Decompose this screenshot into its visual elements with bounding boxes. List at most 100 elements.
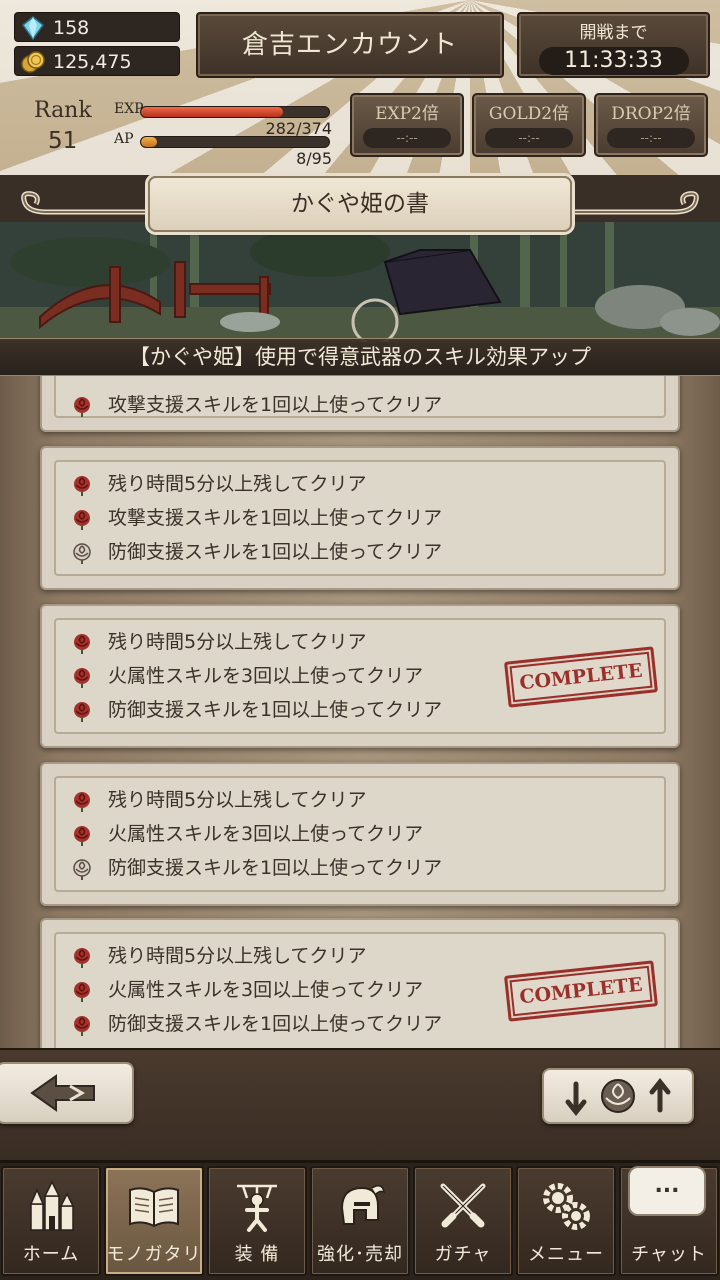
rose-cleared-icon bbox=[74, 826, 90, 846]
tab-menu[interactable]: メニュー bbox=[516, 1166, 616, 1276]
gem-icon bbox=[21, 16, 45, 40]
back-arrow-icon bbox=[30, 1074, 95, 1112]
mission-condition: 残り時間5分以上残してクリア bbox=[72, 467, 367, 501]
rose-cleared-icon bbox=[74, 948, 90, 968]
mission-condition: 攻撃支援スキルを1回以上使ってクリア bbox=[72, 501, 442, 535]
crossed-swords-icon bbox=[440, 1183, 486, 1228]
rose-cleared-icon bbox=[74, 476, 90, 496]
puppet-icon bbox=[237, 1184, 277, 1232]
gem-counter: 158 bbox=[14, 12, 180, 42]
mission-card[interactable]: 残り時間5分以上残してクリア 攻撃支援スキルを1回以上使ってクリア 防御支援スキ… bbox=[40, 446, 680, 590]
tab-menu-label: メニュー bbox=[528, 1244, 604, 1265]
mission-condition-text: 残り時間5分以上残してクリア bbox=[108, 789, 367, 811]
tab-story[interactable]: モノガタリ bbox=[104, 1166, 204, 1276]
mission-condition: 火属性スキルを3回以上使ってクリア bbox=[72, 817, 423, 851]
ap-bar bbox=[140, 136, 330, 148]
drop-boost-timer: --:-- bbox=[607, 128, 695, 148]
mission-condition: 残り時間5分以上残してクリア bbox=[72, 625, 367, 659]
book-icon bbox=[129, 1187, 179, 1228]
mission-condition: 攻撃支援スキルを1回以上使ってクリア bbox=[72, 388, 442, 422]
left-flourish-ornament bbox=[21, 191, 154, 215]
rose-cleared-icon bbox=[74, 792, 90, 812]
mission-condition-text: 防御支援スキルを1回以上使ってクリア bbox=[108, 1013, 443, 1035]
tab-enhance-sell-label: 強化･売却 bbox=[317, 1244, 403, 1265]
mission-condition-text: 残り時間5分以上残してクリア bbox=[108, 945, 367, 967]
rose-cleared-icon bbox=[74, 634, 90, 654]
stage-title: 倉吉エンカウント bbox=[196, 12, 504, 78]
castle-icon bbox=[29, 1180, 75, 1231]
mission-card[interactable]: 残り時間5分以上残してクリア 火属性スキルを3回以上使ってクリア 防御支援スキル… bbox=[40, 762, 680, 906]
sort-order-button[interactable] bbox=[542, 1068, 694, 1124]
mission-list[interactable]: 攻撃支援スキルを1回以上使ってクリア 残り時間5分以上残してクリア 攻撃支援スキ… bbox=[0, 376, 720, 1048]
mission-condition: 残り時間5分以上残してクリア bbox=[72, 783, 367, 817]
exp-bar bbox=[140, 106, 330, 118]
mission-condition: 防御支援スキルを1回以上使ってクリア bbox=[72, 1007, 442, 1041]
tab-equip[interactable]: 装 備 bbox=[207, 1166, 307, 1276]
rose-cleared-icon bbox=[74, 982, 90, 1002]
mission-condition: 防御支援スキルを1回以上使ってクリア bbox=[72, 693, 442, 727]
tab-enhance-sell[interactable]: 強化･売却 bbox=[310, 1166, 410, 1276]
battle-timer-value: 11:33:33 bbox=[538, 47, 689, 75]
mission-condition-text: 火属性スキルを3回以上使ってクリア bbox=[108, 979, 424, 1001]
exp-label: EXP bbox=[114, 101, 144, 117]
mission-condition-text: 火属性スキルを3回以上使ってクリア bbox=[108, 665, 424, 687]
mission-condition-text: 防御支援スキルを1回以上使ってクリア bbox=[108, 857, 443, 879]
sort-rose-arrows-icon bbox=[565, 1077, 671, 1117]
battle-timer-panel: 開戦まで 11:33:33 bbox=[517, 12, 710, 78]
rose-cleared-icon bbox=[74, 510, 90, 530]
gold-boost-label: GOLD2倍 bbox=[488, 104, 570, 124]
rank-value: 51 bbox=[48, 128, 78, 154]
rose-cleared-icon bbox=[74, 1016, 90, 1036]
right-flourish-ornament bbox=[566, 191, 699, 215]
gold-coin-icon bbox=[21, 51, 45, 73]
rose-cleared-icon bbox=[74, 702, 90, 722]
gears-icon bbox=[543, 1183, 590, 1230]
mission-condition-text: 残り時間5分以上残してクリア bbox=[108, 473, 367, 495]
story-scene-illustration bbox=[0, 222, 720, 342]
mission-condition: 火属性スキルを3回以上使ってクリア bbox=[72, 659, 423, 693]
tab-gacha-label: ガチャ bbox=[434, 1244, 492, 1265]
mission-condition: 防御支援スキルを1回以上使ってクリア bbox=[72, 535, 442, 569]
bamboo-garden-scene bbox=[0, 222, 720, 342]
exp-boost-label: EXP2倍 bbox=[375, 104, 439, 124]
helmet-icon bbox=[340, 1185, 386, 1225]
tab-home[interactable]: ホーム bbox=[1, 1166, 101, 1276]
mission-card[interactable]: 攻撃支援スキルを1回以上使ってクリア bbox=[40, 376, 680, 432]
ap-bar-fill bbox=[141, 137, 157, 147]
chat-bubble-dots: ... bbox=[654, 1173, 680, 1198]
drop-boost-button[interactable]: DROP2倍 --:-- bbox=[594, 93, 708, 157]
mission-card[interactable]: 残り時間5分以上残してクリア 火属性スキルを3回以上使ってクリア 防御支援スキル… bbox=[40, 918, 680, 1048]
exp-boost-timer: --:-- bbox=[363, 128, 451, 148]
rose-uncleared-icon bbox=[73, 859, 91, 880]
status-header: 158 125,475 倉吉エンカウント 開戦まで 11:33:33 Rank … bbox=[0, 0, 720, 175]
back-button[interactable] bbox=[0, 1062, 134, 1124]
mission-condition-text: 火属性スキルを3回以上使ってクリア bbox=[108, 823, 424, 845]
tab-equip-label: 装 備 bbox=[234, 1244, 280, 1265]
rose-cleared-icon bbox=[74, 397, 90, 417]
mission-condition: 火属性スキルを3回以上使ってクリア bbox=[72, 973, 423, 1007]
tab-home-label: ホーム bbox=[22, 1244, 80, 1265]
mission-card[interactable]: 残り時間5分以上残してクリア 火属性スキルを3回以上使ってクリア 防御支援スキル… bbox=[40, 604, 680, 748]
mission-condition-text: 攻撃支援スキルを1回以上使ってクリア bbox=[108, 394, 443, 416]
mission-condition: 防御支援スキルを1回以上使ってクリア bbox=[72, 851, 442, 885]
mission-condition-text: 防御支援スキルを1回以上使ってクリア bbox=[108, 699, 443, 721]
mission-condition-text: 防御支援スキルを1回以上使ってクリア bbox=[108, 541, 443, 563]
book-bonus-caption: 【かぐや姫】使用で得意武器のスキル効果アップ bbox=[0, 338, 720, 376]
gold-count: 125,475 bbox=[53, 51, 132, 73]
ap-label: AP bbox=[114, 131, 134, 147]
tab-gacha[interactable]: ガチャ bbox=[413, 1166, 513, 1276]
exp-boost-button[interactable]: EXP2倍 --:-- bbox=[350, 93, 464, 157]
tab-story-label: モノガタリ bbox=[106, 1244, 202, 1265]
rose-uncleared-icon bbox=[73, 543, 91, 564]
drop-boost-label: DROP2倍 bbox=[611, 104, 691, 124]
battle-timer-label: 開戦まで bbox=[579, 23, 648, 43]
mission-condition-text: 残り時間5分以上残してクリア bbox=[108, 631, 367, 653]
gold-boost-timer: --:-- bbox=[485, 128, 573, 148]
chat-icon[interactable]: ... bbox=[628, 1166, 706, 1216]
tab-chat-label: チャット bbox=[631, 1244, 707, 1265]
mission-condition-text: 攻撃支援スキルを1回以上使ってクリア bbox=[108, 507, 443, 529]
ap-value: 8/95 bbox=[296, 149, 332, 168]
book-title: かぐや姫の書 bbox=[148, 176, 572, 232]
gold-boost-button[interactable]: GOLD2倍 --:-- bbox=[472, 93, 586, 157]
rank-label: Rank bbox=[34, 98, 92, 123]
